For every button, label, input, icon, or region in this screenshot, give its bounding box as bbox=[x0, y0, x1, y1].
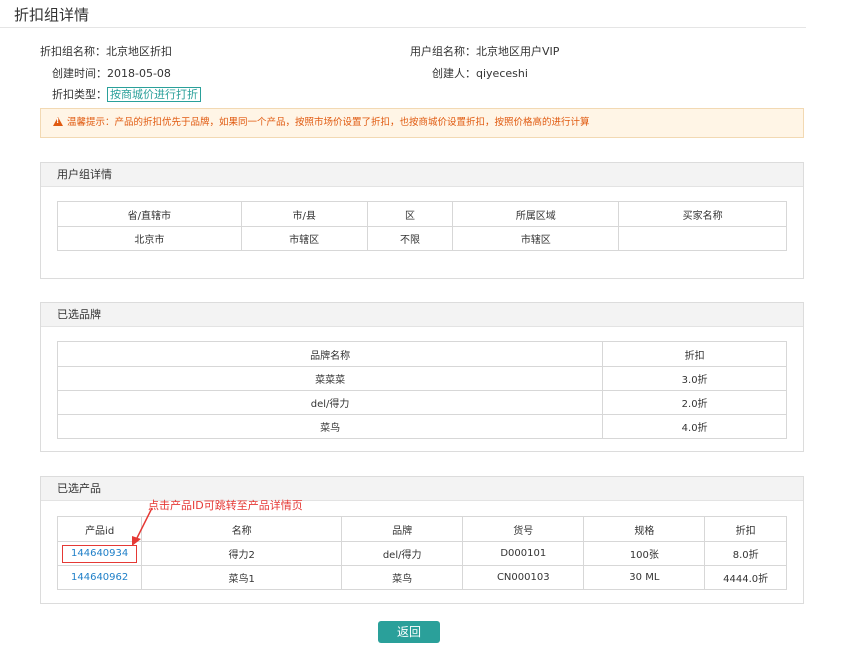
column-header: 品牌 bbox=[341, 516, 464, 542]
product-id-cell: 144640962 bbox=[56, 565, 143, 590]
page-title: 折扣组详情 bbox=[14, 6, 90, 24]
column-header: 区 bbox=[366, 201, 454, 227]
annotation-text: 点击产品ID可跳转至产品详情页 bbox=[148, 499, 303, 512]
created-time-label: 创建时间： bbox=[52, 67, 107, 80]
city-cell: 市辖区 bbox=[240, 226, 368, 251]
product-id-link[interactable]: 144640934 bbox=[62, 544, 138, 563]
annotation-arrow-icon bbox=[132, 507, 153, 546]
product-name-cell: 菜鸟1 bbox=[141, 565, 343, 590]
column-header: 名称 bbox=[141, 516, 343, 542]
created-time-value: 2018-05-08 bbox=[107, 67, 171, 80]
product-id-link[interactable]: 144640962 bbox=[71, 572, 128, 583]
creator-value: qiyeceshi bbox=[476, 67, 528, 80]
warning-banner: 温馨提示：产品的折扣优先于品牌，如果同一个产品，按照市场价设置了折扣，也按商城价… bbox=[40, 108, 804, 138]
discount-type-tag: 按商城价进行打折 bbox=[107, 87, 201, 102]
product-name-cell: 得力2 bbox=[141, 541, 343, 566]
discount-type-label: 折扣类型： bbox=[52, 88, 107, 101]
group-name-label: 折扣组名称： bbox=[40, 45, 106, 58]
product-sku-cell: D000101 bbox=[462, 541, 585, 566]
user-group-panel-title: 用户组详情 bbox=[41, 163, 803, 187]
user-group-panel: 用户组详情 省/直辖市 市/县 区 所属区域 买家名称 北京市 市辖区 不限 市… bbox=[40, 162, 804, 279]
discount-type-row: 折扣类型： 按商城价进行打折 bbox=[52, 86, 201, 102]
creator-label: 创建人： bbox=[432, 67, 476, 80]
buyer-cell bbox=[618, 226, 787, 251]
table-header-row: 产品id 名称 品牌 货号 规格 折扣 bbox=[56, 516, 787, 542]
title-divider bbox=[0, 27, 806, 28]
district-cell: 不限 bbox=[366, 226, 454, 251]
group-name-value: 北京地区折扣 bbox=[106, 45, 172, 58]
table-header-row: 省/直辖市 市/县 区 所属区域 买家名称 bbox=[57, 201, 787, 227]
column-header: 买家名称 bbox=[618, 201, 787, 227]
user-group-row: 用户组名称：北京地区用户VIP bbox=[410, 43, 559, 59]
table-row: 144640934 得力2 del/得力 D000101 100张 8.0折 bbox=[56, 541, 787, 566]
column-header: 折扣 bbox=[602, 341, 787, 367]
column-header: 所属区域 bbox=[452, 201, 620, 227]
table-row: del/得力 2.0折 bbox=[56, 390, 787, 415]
user-group-table: 省/直辖市 市/县 区 所属区域 买家名称 北京市 市辖区 不限 市辖区 bbox=[57, 201, 787, 251]
column-header: 货号 bbox=[462, 516, 585, 542]
brand-panel: 已选品牌 品牌名称 折扣 菜菜菜 3.0折 del/得力 2.0折 菜鸟 4.0… bbox=[40, 302, 804, 452]
brand-discount-cell: 3.0折 bbox=[602, 366, 787, 391]
brand-name-cell: del/得力 bbox=[56, 390, 604, 415]
brand-panel-title: 已选品牌 bbox=[41, 303, 803, 327]
creator-row: 创建人：qiyeceshi bbox=[432, 65, 528, 81]
table-row: 菜鸟 4.0折 bbox=[56, 414, 787, 439]
table-row: 菜菜菜 3.0折 bbox=[56, 366, 787, 391]
product-brand-cell: 菜鸟 bbox=[341, 565, 464, 590]
user-group-label: 用户组名称： bbox=[410, 45, 476, 58]
table-row: 144640962 菜鸟1 菜鸟 CN000103 30 ML 4444.0折 bbox=[56, 565, 787, 590]
product-spec-cell: 30 ML bbox=[583, 565, 706, 590]
brand-discount-cell: 4.0折 bbox=[602, 414, 787, 439]
column-header: 省/直辖市 bbox=[57, 201, 242, 227]
column-header: 品牌名称 bbox=[56, 341, 604, 367]
table-header-row: 品牌名称 折扣 bbox=[56, 341, 787, 367]
product-discount-cell: 4444.0折 bbox=[704, 565, 787, 590]
table-row: 北京市 市辖区 不限 市辖区 bbox=[57, 226, 787, 251]
product-sku-cell: CN000103 bbox=[462, 565, 585, 590]
warning-text: 温馨提示：产品的折扣优先于品牌，如果同一个产品，按照市场价设置了折扣，也按商城价… bbox=[67, 117, 590, 128]
column-header: 折扣 bbox=[704, 516, 787, 542]
product-discount-cell: 8.0折 bbox=[704, 541, 787, 566]
warning-icon bbox=[53, 117, 63, 126]
brand-discount-cell: 2.0折 bbox=[602, 390, 787, 415]
brand-table: 品牌名称 折扣 菜菜菜 3.0折 del/得力 2.0折 菜鸟 4.0折 bbox=[56, 341, 787, 439]
group-name-row: 折扣组名称：北京地区折扣 bbox=[40, 43, 172, 59]
back-button[interactable]: 返回 bbox=[378, 621, 440, 643]
product-table: 产品id 名称 品牌 货号 规格 折扣 144640934 得力2 del/得力… bbox=[56, 516, 787, 590]
product-spec-cell: 100张 bbox=[583, 541, 706, 566]
created-time-row: 创建时间：2018-05-08 bbox=[52, 65, 171, 81]
user-group-value: 北京地区用户VIP bbox=[476, 45, 560, 58]
province-cell: 北京市 bbox=[57, 226, 242, 251]
brand-name-cell: 菜鸟 bbox=[56, 414, 604, 439]
column-header: 市/县 bbox=[240, 201, 368, 227]
brand-name-cell: 菜菜菜 bbox=[56, 366, 604, 391]
region-cell: 市辖区 bbox=[452, 226, 620, 251]
column-header: 规格 bbox=[583, 516, 706, 542]
product-brand-cell: del/得力 bbox=[341, 541, 464, 566]
